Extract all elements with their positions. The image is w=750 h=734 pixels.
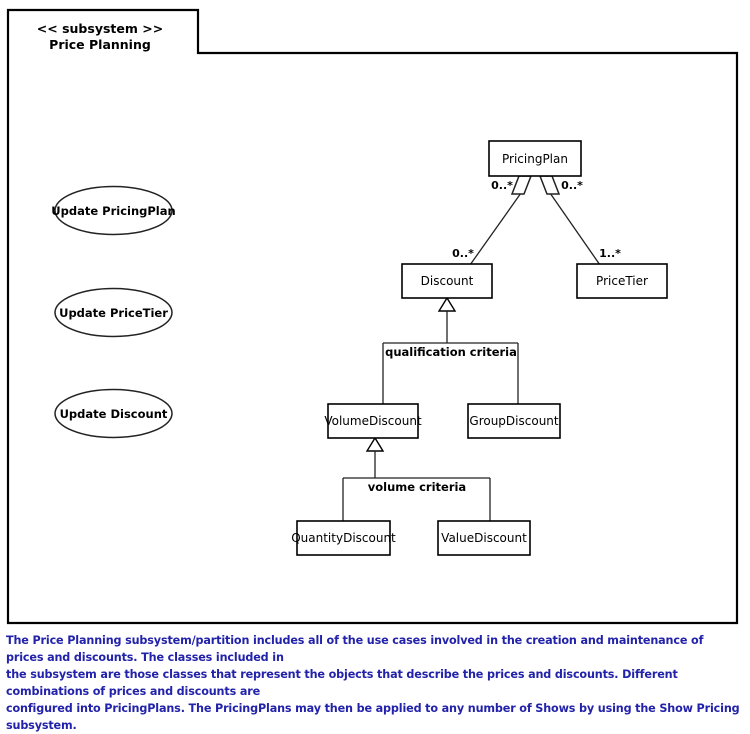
class-box-pricetier[interactable]: PriceTier: [576, 263, 668, 299]
association-pricingplan-pricetier: [549, 192, 601, 266]
use-case-update-pricetier[interactable]: Update PriceTier: [54, 287, 173, 338]
use-case-label: Update Discount: [60, 407, 168, 421]
multiplicity-pricetier-end: 1..*: [599, 247, 621, 260]
aggregation-diamond-discount: [510, 175, 533, 195]
use-case-label: Update PriceTier: [59, 306, 168, 320]
multiplicity-pricingplan-discount: 0..*: [491, 179, 513, 192]
aggregation-diamond-pricetier: [538, 175, 561, 195]
class-box-pricingplan[interactable]: PricingPlan: [488, 140, 582, 177]
class-box-discount[interactable]: Discount: [401, 263, 493, 299]
multiplicity-discount-end: 0..*: [452, 247, 474, 260]
subsystem-stereotype: << subsystem >>: [37, 21, 163, 36]
class-name: PricingPlan: [502, 152, 568, 166]
class-box-groupdiscount[interactable]: GroupDiscount: [467, 403, 561, 439]
use-case-update-pricingplan[interactable]: Update PricingPlan: [51, 185, 176, 236]
class-name: Discount: [421, 274, 474, 288]
multiplicity-pricingplan-pricetier: 0..*: [561, 179, 583, 192]
generalization-triangle-discount: [437, 296, 457, 312]
discriminator-qualification-criteria: qualification criteria: [385, 345, 517, 359]
class-name: GroupDiscount: [469, 414, 559, 428]
diagram-caption: The Price Planning subsystem/partition i…: [6, 632, 744, 734]
caption-line-1: The Price Planning subsystem/partition i…: [6, 634, 704, 664]
class-name: QuantityDiscount: [291, 531, 396, 545]
class-name: PriceTier: [596, 274, 648, 288]
discriminator-volume-criteria: volume criteria: [368, 480, 466, 494]
caption-line-3: configured into PricingPlans. The Pricin…: [6, 702, 740, 732]
class-box-volumediscount[interactable]: VolumeDiscount: [324, 403, 422, 439]
diagram-canvas: << subsystem >> Price Planning Update Pr…: [6, 8, 739, 625]
association-pricingplan-discount: [469, 192, 522, 266]
uml-subsystem-diagram: << subsystem >> Price Planning Update Pr…: [0, 0, 750, 732]
use-case-label: Update PricingPlan: [51, 204, 175, 218]
subsystem-name: Price Planning: [49, 37, 151, 52]
class-box-valuediscount[interactable]: ValueDiscount: [437, 520, 531, 556]
use-case-update-discount[interactable]: Update Discount: [54, 388, 173, 439]
class-name: ValueDiscount: [441, 531, 527, 545]
class-box-quantitydiscount[interactable]: QuantityDiscount: [291, 520, 396, 556]
class-name: VolumeDiscount: [324, 414, 422, 428]
generalization-triangle-volumediscount: [365, 436, 385, 452]
